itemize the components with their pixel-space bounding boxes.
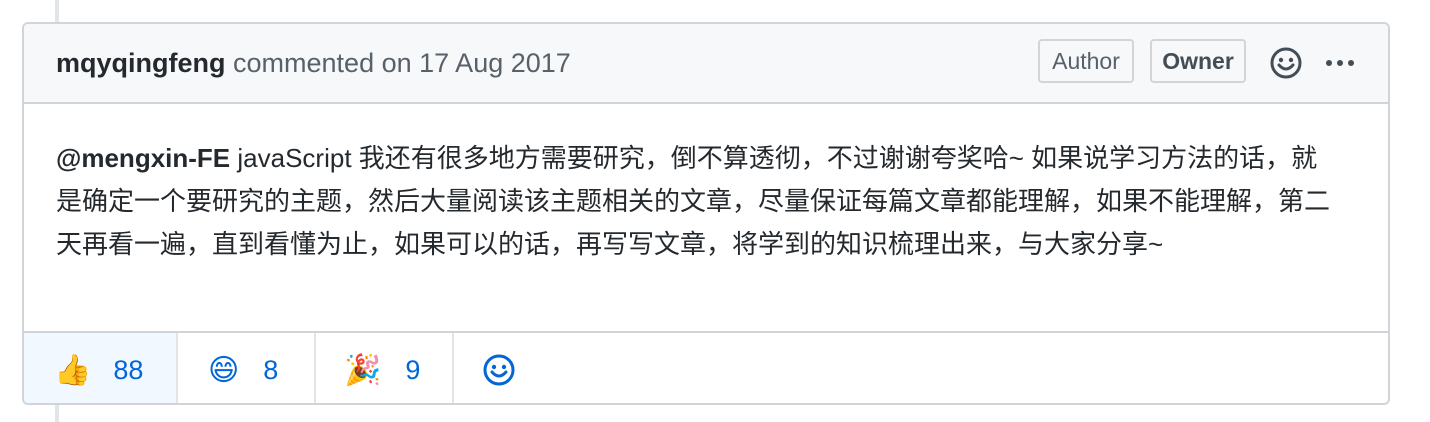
reaction-count: 9 xyxy=(405,354,421,385)
comment-meta: mqyqingfeng commented on 17 Aug 2017 xyxy=(56,48,571,79)
kebab-horizontal-icon xyxy=(1326,60,1354,66)
add-reaction-footer-button[interactable] xyxy=(454,333,554,403)
tada-icon: 🎉 xyxy=(344,353,382,387)
reaction-tada-button[interactable]: 🎉 9 xyxy=(316,333,454,403)
comment-box: mqyqingfeng commented on 17 Aug 2017 Aut… xyxy=(22,22,1390,405)
smiley-icon xyxy=(483,354,515,386)
user-mention[interactable]: @mengxin-FE xyxy=(56,143,230,173)
owner-label: Owner xyxy=(1150,39,1246,83)
thumbs-up-icon: 👍 xyxy=(54,353,92,387)
comment-date[interactable]: 17 Aug 2017 xyxy=(419,48,571,78)
comment-text: javaScript 我还有很多地方需要研究，倒不算透彻，不过谢谢夸奖哈~ 如果… xyxy=(56,143,1331,259)
reaction-count: 8 xyxy=(263,354,279,385)
author-label: Author xyxy=(1038,39,1134,83)
reaction-thumbs-up-button[interactable]: 👍 88 xyxy=(24,333,178,403)
smiley-icon xyxy=(1270,47,1302,79)
reaction-count: 88 xyxy=(113,354,144,385)
comment-body: @mengxin-FE javaScript 我还有很多地方需要研究，倒不算透彻… xyxy=(56,137,1336,266)
more-options-button[interactable] xyxy=(1323,46,1357,80)
reactions-bar: 👍 88 😄 8 🎉 9 xyxy=(24,331,1388,403)
comment-action: commented on xyxy=(233,48,412,78)
comment-header: mqyqingfeng commented on 17 Aug 2017 Aut… xyxy=(24,24,1388,104)
smile-icon: 😄 xyxy=(208,353,240,387)
add-reaction-button[interactable] xyxy=(1269,46,1303,80)
reaction-smile-button[interactable]: 😄 8 xyxy=(178,333,316,403)
author-link[interactable]: mqyqingfeng xyxy=(56,48,226,78)
